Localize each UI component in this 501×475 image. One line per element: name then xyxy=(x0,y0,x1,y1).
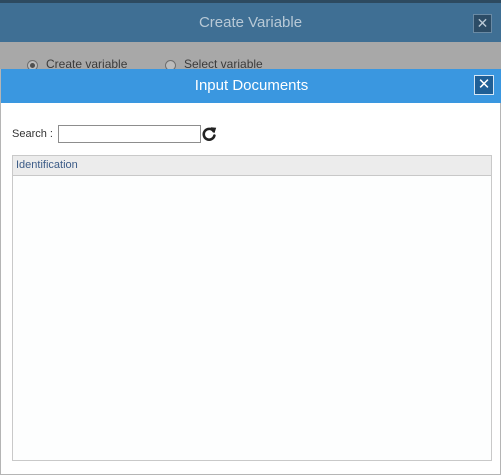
grid-header: Identification xyxy=(13,156,491,176)
create-variable-header: Create Variable ✕ xyxy=(0,0,501,42)
documents-grid: Identification xyxy=(12,155,492,461)
create-variable-close-button[interactable]: ✕ xyxy=(473,14,492,33)
dialog-close-button[interactable]: ✕ xyxy=(474,75,494,95)
refresh-icon[interactable] xyxy=(201,126,217,142)
identification-column-header[interactable]: Identification xyxy=(16,159,78,171)
variable-options-row: Create variable Select variable xyxy=(0,42,501,71)
search-label: Search : xyxy=(12,128,53,140)
search-input[interactable] xyxy=(58,125,201,143)
input-documents-dialog: Input Documents ✕ Search : Identificatio… xyxy=(0,69,501,475)
create-variable-title: Create Variable xyxy=(198,14,303,31)
dialog-title: Input Documents xyxy=(194,77,309,94)
input-documents-header: Input Documents ✕ xyxy=(1,69,501,103)
